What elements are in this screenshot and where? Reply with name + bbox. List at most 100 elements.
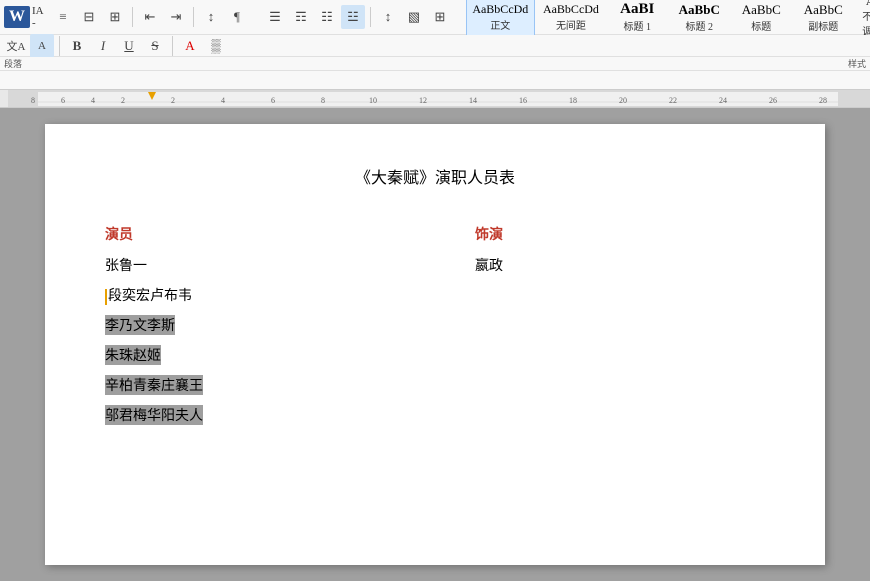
line-spacing-icon[interactable]: ↕ bbox=[376, 5, 400, 29]
numbered-list-icon[interactable]: ⊟ bbox=[77, 5, 101, 29]
shading-icon[interactable]: ▧ bbox=[402, 5, 426, 29]
svg-text:8: 8 bbox=[31, 96, 35, 105]
style-normal-btn[interactable]: AaBbCcDd 正文 bbox=[466, 0, 535, 39]
svg-text:22: 22 bbox=[669, 96, 677, 105]
bullet-list-icon[interactable]: ≡ bbox=[51, 5, 75, 29]
style-buttons-area: AaBbCcDd 正文 AaBbCcDd 无间距 AaBI 标题 1 AaBbC… bbox=[466, 0, 870, 39]
ribbon: W IA - ≡ ⊟ ⊞ ⇤ ⇥ ↕ ¶ ☰ ☶ ☷ ☳ ↕ ▧ bbox=[0, 0, 870, 90]
format-row: 文A A B I U S A ▒ bbox=[0, 35, 870, 57]
selected-text: 李乃文李斯 bbox=[105, 315, 175, 335]
sep-f1 bbox=[59, 36, 60, 56]
align-center-icon[interactable]: ☶ bbox=[289, 5, 313, 29]
table-row: 张鲁一 嬴政 bbox=[105, 250, 765, 280]
svg-text:24: 24 bbox=[719, 96, 727, 105]
multilevel-list-icon[interactable]: ⊞ bbox=[103, 5, 127, 29]
ribbon-top-row: W IA - ≡ ⊟ ⊞ ⇤ ⇥ ↕ ¶ ☰ ☶ ☷ ☳ ↕ ▧ bbox=[0, 0, 870, 35]
separator-2 bbox=[193, 7, 194, 27]
para-group-label: 段落 bbox=[4, 57, 22, 70]
separator-4 bbox=[370, 7, 371, 27]
sep-f2 bbox=[172, 36, 173, 56]
show-hide-icon[interactable]: ¶ bbox=[225, 5, 249, 29]
justify-icon[interactable]: ☳ bbox=[341, 5, 365, 29]
style-normal-label: 正文 bbox=[490, 17, 510, 32]
align-left-icon[interactable]: ☰ bbox=[263, 5, 287, 29]
font-icon[interactable]: 文A bbox=[4, 34, 28, 58]
table-row: 辛柏青秦庄襄王 bbox=[105, 370, 765, 400]
style-title-btn[interactable]: AaBbC 副标题 bbox=[793, 0, 853, 39]
col-actor-header: 演员 bbox=[105, 218, 435, 250]
sort-icon[interactable]: ↕ bbox=[199, 5, 223, 29]
style-h1-preview: AaBI bbox=[620, 1, 654, 18]
table-header-row: 演员 饰演 bbox=[105, 218, 765, 250]
role-cell bbox=[435, 280, 765, 310]
borders-icon[interactable]: ⊞ bbox=[428, 5, 452, 29]
increase-indent-icon[interactable]: ⇥ bbox=[164, 5, 188, 29]
decrease-indent-icon[interactable]: ⇤ bbox=[138, 5, 162, 29]
document-page: 《大秦赋》演职人员表 演员 饰演 张鲁一 嬴政 段奕宏卢布韦 bbox=[45, 124, 825, 565]
ruler-content: 8 6 4 2 2 4 6 8 10 12 14 16 18 20 22 24 … bbox=[8, 90, 862, 107]
style-no-spacing-label: 无间距 bbox=[556, 17, 586, 32]
style-normal-preview: AaBbCcDd bbox=[472, 2, 528, 17]
svg-text:4: 4 bbox=[91, 96, 95, 105]
ruler: 8 6 4 2 2 4 6 8 10 12 14 16 18 20 22 24 … bbox=[0, 90, 870, 108]
word-logo: W bbox=[4, 6, 30, 28]
table-row: 朱珠赵姬 bbox=[105, 340, 765, 370]
selected-text: 邬君梅华阳夫人 bbox=[105, 405, 203, 425]
style-emph-preview: AaBbCcI bbox=[866, 0, 870, 8]
style-h1-btn[interactable]: AaBI 标题 1 bbox=[607, 0, 667, 39]
italic-icon[interactable]: I bbox=[91, 34, 115, 58]
style-h2-btn[interactable]: AaBbC 标题 2 bbox=[669, 0, 729, 39]
table-row: 邬君梅华阳夫人 bbox=[105, 400, 765, 430]
text-highlight-icon[interactable]: A bbox=[30, 34, 54, 58]
strikethrough-icon[interactable]: S bbox=[143, 34, 167, 58]
svg-text:6: 6 bbox=[61, 96, 65, 105]
style-no-spacing-btn[interactable]: AaBbCcDd 无间距 bbox=[537, 0, 606, 39]
actor-cell: 张鲁一 bbox=[105, 250, 435, 280]
text-cursor bbox=[105, 289, 107, 305]
svg-text:26: 26 bbox=[769, 96, 777, 105]
char-shading-icon[interactable]: ▒ bbox=[204, 34, 228, 58]
style-title-preview: AaBbC bbox=[804, 2, 843, 18]
svg-text:20: 20 bbox=[619, 96, 627, 105]
app-logo: W IA - bbox=[4, 5, 43, 29]
col-role-header: 饰演 bbox=[435, 218, 765, 250]
separator-1 bbox=[132, 7, 133, 27]
actor-cell: 辛柏青秦庄襄王 bbox=[105, 370, 435, 400]
role-cell bbox=[435, 400, 765, 430]
style-h1-label: 标题 1 bbox=[624, 18, 652, 33]
cast-table: 演员 饰演 张鲁一 嬴政 段奕宏卢布韦 bbox=[105, 218, 765, 430]
align-right-icon[interactable]: ☷ bbox=[315, 5, 339, 29]
svg-text:14: 14 bbox=[469, 96, 477, 105]
style-h3-label: 标题 bbox=[751, 18, 771, 33]
style-emph-btn[interactable]: AaBbCcI 不明显强调 bbox=[855, 0, 870, 39]
bold-icon[interactable]: B bbox=[65, 34, 89, 58]
svg-text:10: 10 bbox=[369, 96, 377, 105]
role-cell bbox=[435, 340, 765, 370]
text-color-icon[interactable]: A bbox=[178, 34, 202, 58]
role-cell bbox=[435, 310, 765, 340]
style-h2-preview: AaBbC bbox=[679, 2, 720, 18]
svg-text:18: 18 bbox=[569, 96, 577, 105]
document-area[interactable]: 《大秦赋》演职人员表 演员 饰演 张鲁一 嬴政 段奕宏卢布韦 bbox=[0, 108, 870, 581]
svg-text:12: 12 bbox=[419, 96, 427, 105]
table-row: 李乃文李斯 bbox=[105, 310, 765, 340]
svg-text:2: 2 bbox=[171, 96, 175, 105]
role-cell bbox=[435, 370, 765, 400]
actor-cell: 邬君梅华阳夫人 bbox=[105, 400, 435, 430]
actor-cell: 朱珠赵姬 bbox=[105, 340, 435, 370]
app-title: IA - bbox=[32, 5, 43, 29]
table-row: 段奕宏卢布韦 bbox=[105, 280, 765, 310]
style-h3-btn[interactable]: AaBbC 标题 bbox=[731, 0, 791, 39]
style-no-spacing-preview: AaBbCcDd bbox=[543, 2, 599, 17]
svg-text:6: 6 bbox=[271, 96, 275, 105]
alignment-icons: ☰ ☶ ☷ ☳ ↕ ▧ ⊞ bbox=[263, 5, 452, 29]
document-title: 《大秦赋》演职人员表 bbox=[105, 164, 765, 188]
svg-text:2: 2 bbox=[121, 96, 125, 105]
underline-icon[interactable]: U bbox=[117, 34, 141, 58]
style-h3-preview: AaBbC bbox=[742, 2, 781, 18]
actor-cell: 李乃文李斯 bbox=[105, 310, 435, 340]
actor-text: 段奕宏卢布韦 bbox=[108, 289, 192, 304]
svg-text:8: 8 bbox=[321, 96, 325, 105]
paragraph-icons: ≡ ⊟ ⊞ ⇤ ⇥ ↕ ¶ bbox=[51, 5, 249, 29]
role-cell: 嬴政 bbox=[435, 250, 765, 280]
